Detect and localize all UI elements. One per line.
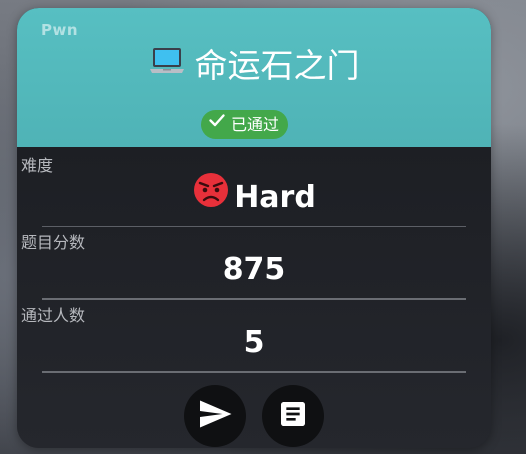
check-icon	[207, 110, 227, 139]
laptop-icon	[149, 43, 185, 87]
angry-face-icon	[192, 171, 230, 220]
card-header: Pwn 命运石之门 已通过	[17, 8, 491, 147]
solved-status-badge: 已通过	[201, 110, 289, 139]
solves-value: 5	[243, 325, 265, 360]
challenge-title: 命运石之门	[194, 46, 360, 85]
submit-flag-button[interactable]	[184, 385, 246, 447]
challenge-card: Pwn 命运石之门 已通过 难度 Hard 题目分数 875 通过人数 5	[17, 8, 491, 448]
difficulty-underline	[42, 226, 466, 227]
status-label: 已通过	[231, 115, 280, 134]
solves-underline	[42, 371, 466, 373]
score-underline	[42, 298, 466, 300]
challenge-title-row: 命运石之门	[17, 44, 491, 90]
difficulty-value-row: Hard	[42, 171, 466, 223]
challenge-category: Pwn	[41, 21, 79, 39]
view-description-button[interactable]	[262, 385, 324, 447]
card-body: 难度 Hard 题目分数 875 通过人数 5	[17, 147, 491, 448]
difficulty-value: Hard	[234, 180, 316, 215]
difficulty-label: 难度	[21, 156, 54, 175]
send-icon	[197, 396, 233, 436]
notes-icon	[277, 398, 309, 434]
score-value: 875	[222, 252, 286, 287]
